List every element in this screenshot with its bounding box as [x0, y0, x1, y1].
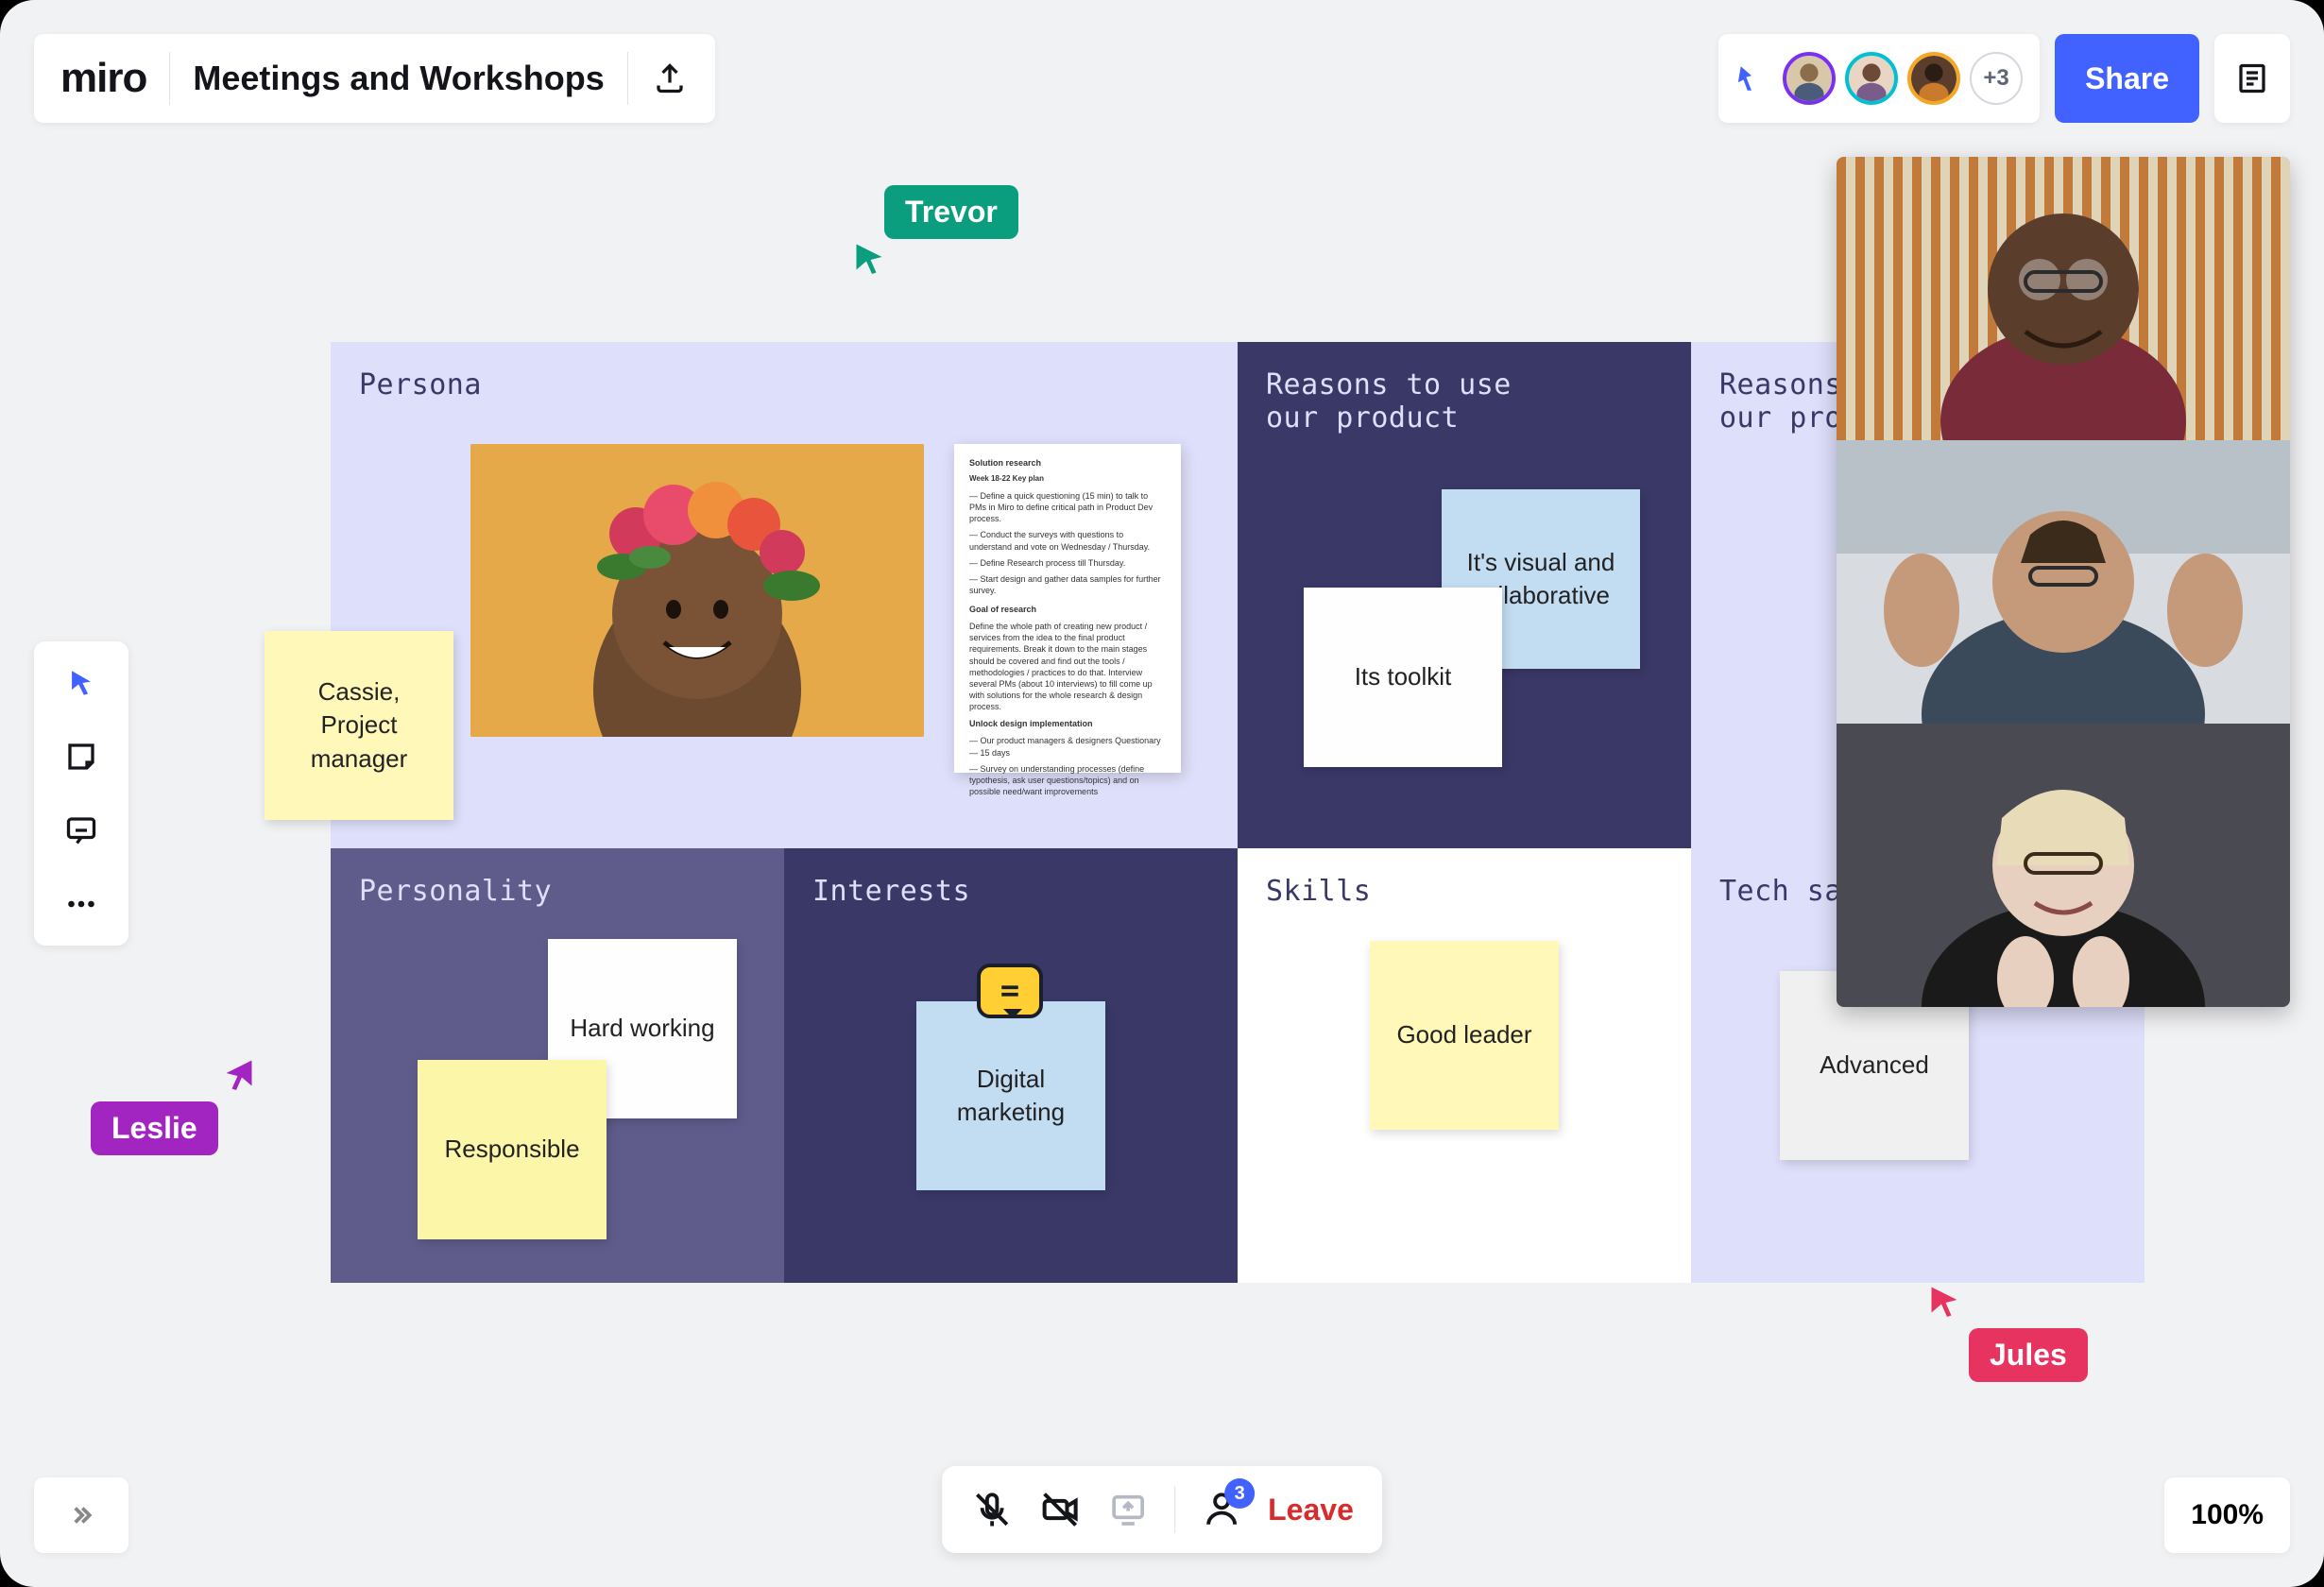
section-skills[interactable]: Skills Good leader	[1238, 848, 1691, 1283]
cursor-icon	[65, 667, 97, 699]
mic-toggle[interactable]	[970, 1488, 1014, 1531]
section-title: Persona	[359, 368, 1209, 401]
presence-bar: +3	[1718, 34, 2040, 123]
divider	[169, 52, 170, 105]
divider	[1174, 1486, 1175, 1533]
comment-icon	[64, 813, 98, 847]
section-persona[interactable]: Persona	[331, 342, 1238, 848]
comment-bubble[interactable]	[977, 964, 1043, 1018]
camera-toggle[interactable]	[1038, 1488, 1082, 1531]
section-title: Reasons to useour product	[1266, 368, 1663, 435]
left-toolbar	[34, 641, 128, 946]
tool-sticky[interactable]	[60, 736, 102, 777]
video-feed-1[interactable]	[1837, 157, 2290, 440]
expand-toolbar-button[interactable]	[34, 1477, 128, 1553]
section-title: Interests	[812, 875, 1209, 908]
notes-icon	[2235, 61, 2269, 95]
avatar-1[interactable]	[1783, 52, 1836, 105]
section-reasons-1[interactable]: Reasons to useour product It's visual an…	[1238, 342, 1691, 848]
activity-button[interactable]	[2214, 34, 2290, 123]
reactions-badge: 3	[1224, 1478, 1255, 1509]
cursor-jules: Jules	[1969, 1328, 2088, 1382]
sticky-responsible[interactable]: Responsible	[418, 1060, 607, 1239]
avatar-3[interactable]	[1907, 52, 1960, 105]
screenshare-button[interactable]	[1106, 1488, 1150, 1531]
cursor-leslie: Leslie	[91, 1101, 218, 1155]
sticky-goodleader[interactable]: Good leader	[1370, 941, 1559, 1130]
avatar-2[interactable]	[1845, 52, 1898, 105]
tool-more[interactable]	[60, 883, 102, 925]
topbar-right: +3 Share	[1718, 34, 2290, 123]
video-feed-3[interactable]	[1837, 724, 2290, 1007]
more-icon	[64, 887, 98, 921]
screenshare-icon	[1109, 1491, 1147, 1528]
sticky-cassie[interactable]: Cassie, Project manager	[265, 631, 453, 820]
section-title: Personality	[359, 875, 756, 908]
app-frame: miro Meetings and Workshops	[0, 0, 2324, 1587]
mic-off-icon	[972, 1490, 1012, 1529]
comment-lines-icon	[996, 977, 1024, 1005]
divider	[627, 52, 628, 105]
topbar-left: miro Meetings and Workshops	[34, 34, 715, 123]
zoom-level[interactable]: 100%	[2164, 1477, 2290, 1553]
section-personality[interactable]: Personality Hard working Responsible	[331, 848, 784, 1283]
persona-photo[interactable]	[470, 444, 924, 737]
tool-comment[interactable]	[60, 810, 102, 851]
sticky-toolkit[interactable]: Its toolkit	[1304, 588, 1502, 767]
upload-icon	[653, 61, 687, 95]
cursor-trevor: Trevor	[884, 185, 1018, 239]
avatar-overflow[interactable]: +3	[1970, 52, 2023, 105]
section-interests[interactable]: Interests Digital marketing	[784, 848, 1238, 1283]
share-button[interactable]: Share	[2055, 34, 2199, 123]
sticky-digital[interactable]: Digital marketing	[916, 1001, 1105, 1190]
sticky-icon	[64, 740, 98, 774]
facilitator-icon[interactable]	[1735, 62, 1768, 94]
board-title[interactable]: Meetings and Workshops	[193, 59, 604, 98]
logo[interactable]: miro	[60, 55, 146, 102]
tool-select[interactable]	[60, 662, 102, 704]
video-panel[interactable]	[1837, 157, 2290, 1007]
chevrons-right-icon	[67, 1501, 95, 1529]
reactions-button[interactable]: 3	[1200, 1488, 1243, 1531]
video-feed-2[interactable]	[1837, 440, 2290, 724]
section-title: Skills	[1266, 875, 1663, 908]
call-bar: 3 Leave	[942, 1466, 1382, 1553]
camera-off-icon	[1039, 1489, 1081, 1530]
leave-button[interactable]: Leave	[1268, 1493, 1354, 1527]
export-button[interactable]	[651, 60, 689, 97]
persona-document[interactable]: Solution research Week 18-22 Key plan — …	[954, 444, 1181, 773]
